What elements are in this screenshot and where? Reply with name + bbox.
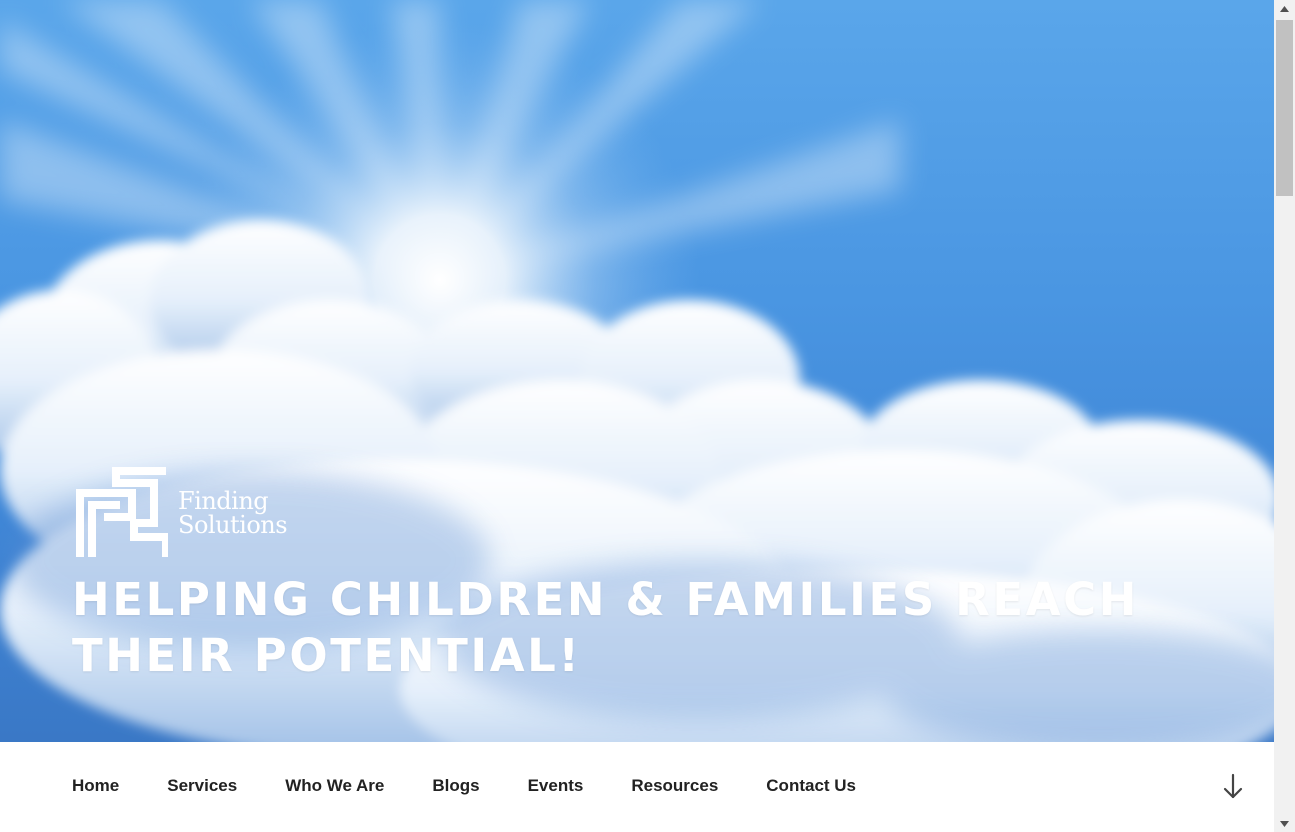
site-logo[interactable]: Finding Solutions (76, 467, 288, 559)
scrollbar-thumb[interactable] (1276, 20, 1293, 196)
hero-banner: Finding Solutions Helping Children & Fam… (0, 0, 1274, 742)
nav-item-who-we-are[interactable]: Who We Are (285, 776, 384, 796)
nav-item-home[interactable]: Home (72, 776, 119, 796)
scroll-down-button[interactable] (1274, 815, 1295, 832)
nav-item-services[interactable]: Services (167, 776, 237, 796)
logo-text-line2: Solutions (178, 511, 288, 539)
finding-solutions-logo-icon (76, 467, 168, 557)
triangle-down-icon (1280, 820, 1289, 827)
vertical-scrollbar[interactable] (1274, 0, 1295, 832)
logo-text-line1: Finding (178, 487, 269, 515)
nav-item-contact-us[interactable]: Contact Us (766, 776, 856, 796)
arrow-down-icon[interactable] (1222, 772, 1244, 802)
triangle-up-icon (1280, 5, 1289, 12)
nav-item-events[interactable]: Events (528, 776, 584, 796)
page: Finding Solutions Helping Children & Fam… (0, 0, 1295, 832)
logo-text: Finding Solutions (178, 487, 288, 539)
main-navigation: Home Services Who We Are Blogs Events Re… (0, 742, 1274, 832)
nav-item-blogs[interactable]: Blogs (432, 776, 479, 796)
site-tagline: Helping Children & Families Reach Their … (72, 573, 1140, 682)
scroll-up-button[interactable] (1274, 0, 1295, 17)
nav-item-resources[interactable]: Resources (631, 776, 718, 796)
nav-menu: Home Services Who We Are Blogs Events Re… (72, 776, 904, 796)
